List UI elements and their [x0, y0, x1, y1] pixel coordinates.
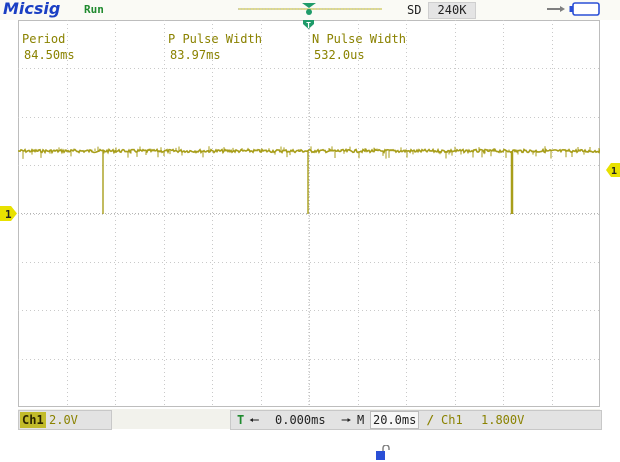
ch1-scale-box[interactable]: Ch1 2.0V: [18, 410, 112, 430]
measurement-value: 84.50ms: [24, 48, 75, 62]
brand-logo: Micsig: [3, 0, 61, 18]
battery-icon: [569, 2, 600, 16]
lock-icon[interactable]: [374, 445, 390, 461]
trigger-source[interactable]: Ch1: [441, 411, 463, 429]
trigger-offset[interactable]: 0.000ms: [275, 411, 326, 429]
channel-tag: Ch1: [20, 412, 46, 428]
trigger-level-marker[interactable]: 1: [606, 163, 620, 177]
svg-text:1: 1: [611, 166, 617, 177]
measurement-p-pulse-width[interactable]: P Pulse Width 83.97ms: [168, 31, 262, 63]
measurement-label: Period: [22, 32, 66, 46]
measurement-value: 83.97ms: [170, 48, 221, 62]
run-status[interactable]: Run: [84, 3, 104, 16]
acquisition-mode: SD: [407, 3, 422, 17]
svg-text:1: 1: [5, 208, 12, 221]
sample-depth[interactable]: 240K: [428, 2, 476, 19]
trigger-level[interactable]: 1.800V: [481, 411, 524, 429]
timebase-m-label: M: [357, 413, 365, 427]
measurement-period[interactable]: Period 84.50ms: [22, 31, 75, 63]
trigger-time-marker: T: [303, 20, 314, 30]
arrow-right-icon[interactable]: 🠖: [341, 411, 352, 429]
measurement-label: P Pulse Width: [168, 32, 262, 46]
rising-edge-icon[interactable]: /: [427, 411, 434, 429]
volts-per-div: 2.0V: [49, 413, 78, 427]
trigger-label: T: [237, 413, 245, 427]
timebase-scale[interactable]: 20.0ms: [370, 411, 420, 429]
measurement-value: 532.0us: [314, 48, 365, 62]
timebase-bar: T 🠔 0.000ms 🠖 M 20.0ms / Ch1 1.800V: [230, 410, 602, 430]
measurement-n-pulse-width[interactable]: N Pulse Width 532.0us: [312, 31, 406, 63]
waveform-display[interactable]: T: [18, 20, 600, 407]
arrow-left-icon[interactable]: 🠔: [249, 411, 260, 429]
usb-icon: [547, 6, 565, 12]
top-status-bar: Micsig Run SD 240K: [0, 0, 620, 20]
measurement-label: N Pulse Width: [312, 32, 406, 46]
trigger-position-slider[interactable]: [236, 2, 384, 16]
svg-text:T: T: [306, 21, 311, 30]
ch1-offset-marker[interactable]: 1: [0, 206, 18, 221]
